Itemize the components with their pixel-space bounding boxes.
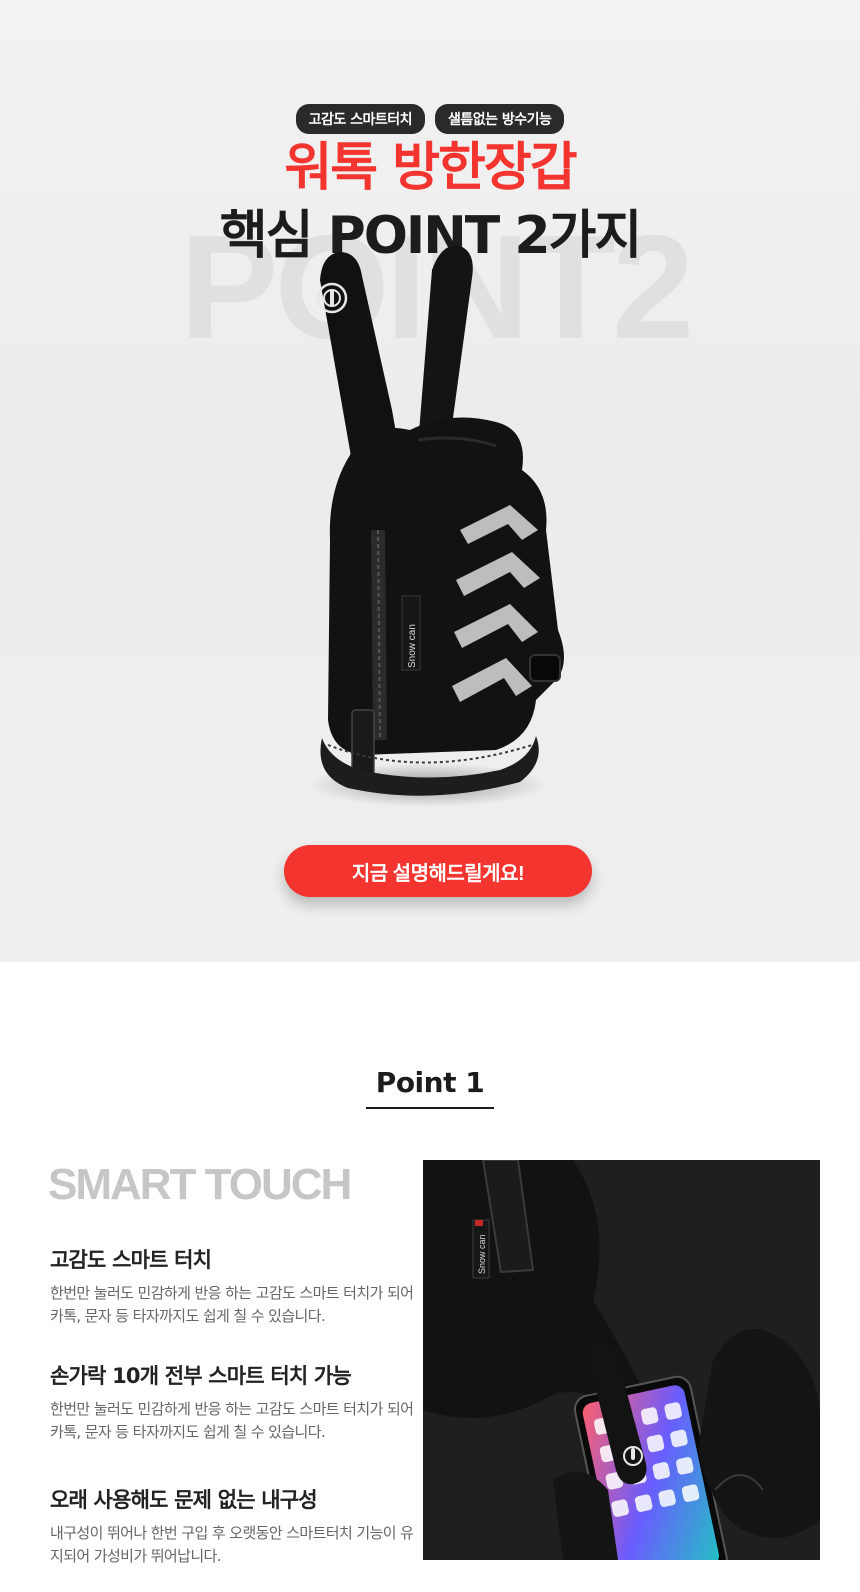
touch-demo-illustration: Snow can	[423, 1160, 820, 1560]
explain-now-button[interactable]: 지금 설명해드릴게요!	[284, 845, 592, 897]
feature-body: 한번만 눌러도 민감하게 반응 하는 고감도 스마트 터치가 되어 카톡, 문자…	[50, 1284, 414, 1325]
photo-brand-label: Snow can	[477, 1234, 487, 1274]
badge-waterproof: 샐틈없는 방수기능	[435, 104, 565, 134]
feature-title: 오래 사용해도 문제 없는 내구성	[50, 1488, 318, 1512]
feature-title: 손가락 10개 전부 스마트 터치 가능	[50, 1364, 352, 1388]
feature-title: 고감도 스마트 터치	[50, 1248, 212, 1272]
badge-row: 고감도 스마트터치 샐틈없는 방수기능	[0, 104, 860, 134]
feature-durability: 오래 사용해도 문제 없는 내구성 내구성이 뛰어나 한번 구입 후 오랫동안 …	[50, 1484, 420, 1568]
point1-heading-wrap: Point 1	[0, 1066, 860, 1109]
feature-ten-fingers: 손가락 10개 전부 스마트 터치 가능 한번만 눌러도 민감하게 반응 하는 …	[50, 1360, 420, 1444]
svg-text:Snow can: Snow can	[407, 624, 418, 668]
badge-smart-touch: 고감도 스마트터치	[295, 104, 425, 134]
feature-body: 한번만 눌러도 민감하게 반응 하는 고감도 스마트 터치가 되어 카톡, 문자…	[50, 1400, 414, 1441]
hero-title-product: 워톡 방한장갑	[284, 138, 577, 198]
feature-body: 내구성이 뛰어나 한번 구입 후 오랫동안 스마트터치 기능이 유지되어 가성비…	[50, 1524, 414, 1565]
touch-demo-photo: Snow can	[423, 1160, 820, 1560]
smart-touch-title: SMART TOUCH	[48, 1160, 352, 1209]
point1-heading: Point 1	[365, 1066, 495, 1109]
hero-section: POINT2 고감도 스마트터치 샐틈없는 방수기능 워톡 방한장갑 핵심 PO…	[0, 0, 860, 962]
glove-illustration: Snow can	[308, 245, 564, 807]
feature-sensitive-touch: 고감도 스마트 터치 한번만 눌러도 민감하게 반응 하는 고감도 스마트 터치…	[50, 1244, 420, 1328]
glove-image: Snow can	[300, 240, 580, 820]
